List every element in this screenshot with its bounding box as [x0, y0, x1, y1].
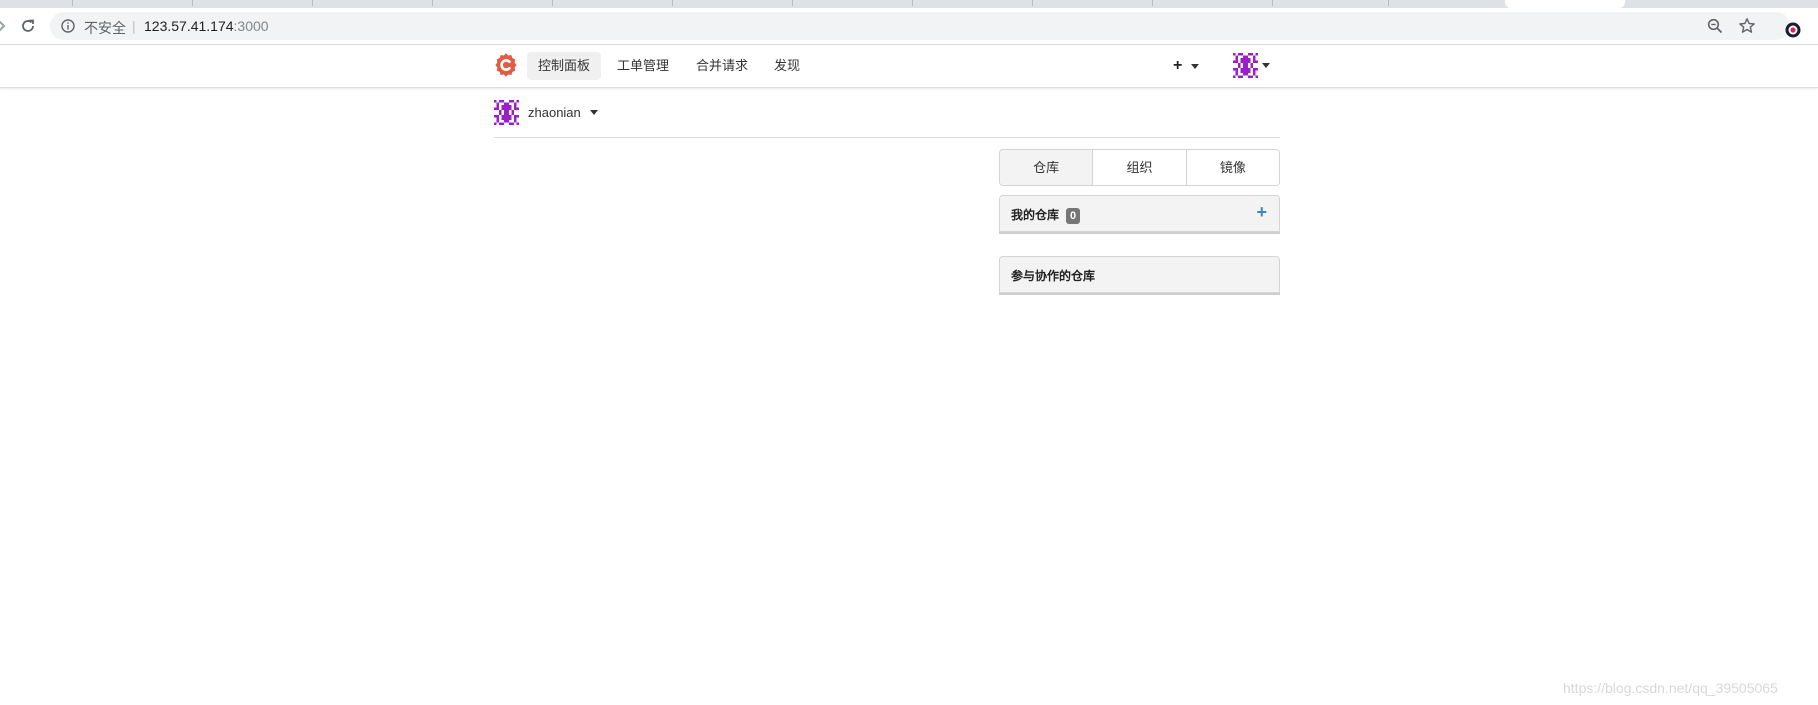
top-navbar: 控制面板 工单管理 合并请求 发现 + [0, 45, 1818, 88]
caret-down-icon [1191, 63, 1200, 69]
tab-separator [72, 0, 73, 6]
nav-pull-requests[interactable]: 合并请求 [685, 52, 759, 80]
address-bar[interactable]: 不安全 | 123.57.41.174:3000 [50, 12, 1790, 40]
tab-separator [432, 0, 433, 6]
user-avatar-dropdown[interactable] [1233, 53, 1270, 78]
forward-button[interactable] [0, 16, 12, 36]
caret-down-icon [1262, 63, 1270, 68]
add-repo-button[interactable]: + [1256, 203, 1267, 221]
url-port: :3000 [233, 18, 269, 34]
nav-explore[interactable]: 发现 [763, 52, 811, 80]
tab-separator [912, 0, 913, 6]
collab-repos-title: 参与协作的仓库 [1011, 269, 1096, 283]
nav-dashboard[interactable]: 控制面板 [527, 52, 602, 80]
url-text[interactable]: 123.57.41.174:3000 [144, 18, 269, 34]
browser-toolbar: 不安全 | 123.57.41.174:3000 [0, 8, 1818, 45]
tab-separator [552, 0, 553, 6]
repo-count-badge: 0 [1066, 207, 1081, 224]
tab-separator [192, 0, 193, 6]
tab-separator [672, 0, 673, 6]
tab-separator [1032, 0, 1033, 6]
browser-tab-active[interactable] [1505, 0, 1625, 8]
tab-mirrors[interactable]: 镜像 [1186, 150, 1279, 185]
tab-separator [1272, 0, 1273, 6]
my-repos-title-wrap: 我的仓库 0 [1011, 206, 1081, 224]
extension-icon[interactable] [1785, 22, 1801, 38]
tab-separator [1152, 0, 1153, 6]
nav-issues[interactable]: 工单管理 [606, 52, 680, 80]
url-host: 123.57.41.174 [144, 18, 234, 34]
reload-button[interactable] [18, 16, 38, 36]
dashboard-tabs: 仓库 组织 镜像 [999, 149, 1280, 186]
bookmark-star-icon[interactable] [1738, 17, 1756, 35]
avatar [494, 100, 519, 125]
address-separator: | [132, 18, 136, 34]
gitea-logo-icon[interactable] [494, 53, 518, 77]
reload-icon [22, 19, 34, 32]
context-user-switcher[interactable]: zhaonian [494, 100, 598, 125]
tab-separator [1388, 0, 1389, 6]
info-icon[interactable] [61, 19, 75, 33]
create-new-dropdown[interactable]: + [1173, 57, 1200, 75]
avatar [1233, 53, 1258, 78]
tab-organizations[interactable]: 组织 [1093, 150, 1187, 185]
my-repos-title: 我的仓库 [1011, 208, 1060, 222]
context-divider [494, 137, 1280, 138]
zoom-icon[interactable] [1707, 18, 1723, 34]
browser-tabstrip [0, 0, 1818, 8]
collab-repos-header: 参与协作的仓库 [999, 256, 1280, 293]
forward-icon [0, 20, 6, 32]
context-username: zhaonian [528, 105, 581, 120]
tab-separator [312, 0, 313, 6]
tab-repositories[interactable]: 仓库 [1000, 150, 1094, 185]
plus-icon: + [1173, 57, 1183, 74]
watermark-text: https://blog.csdn.net/qq_39505065 [1563, 680, 1778, 696]
security-label: 不安全 [84, 20, 126, 36]
my-repos-header: 我的仓库 0 + [999, 195, 1280, 232]
caret-down-icon [589, 110, 598, 115]
tab-separator [792, 0, 793, 6]
